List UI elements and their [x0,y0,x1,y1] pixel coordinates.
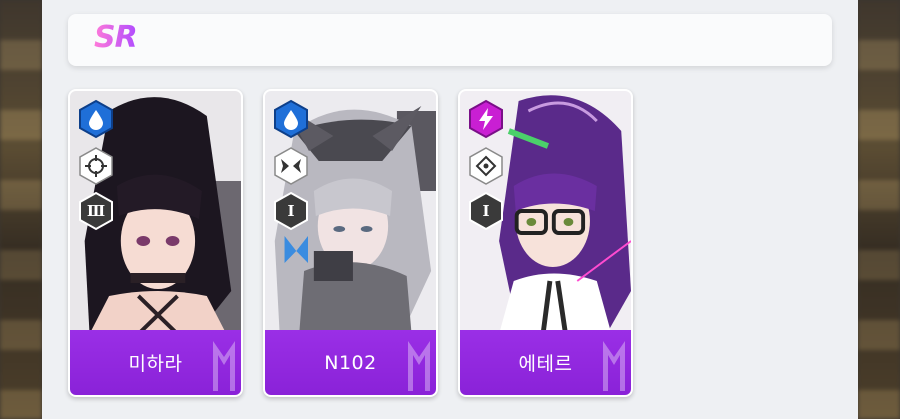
character-name: N102 [324,351,377,374]
class-badge [76,146,116,186]
character-card-n102[interactable]: Ⅰ N102 [263,89,438,397]
rarity-header: SR [68,14,832,66]
character-name: 미하라 [128,353,183,375]
water-drop-icon [79,99,113,139]
class-badge [466,146,506,186]
name-bar: 미하라 [70,330,241,395]
target-reticle-icon [469,147,503,185]
brand-mark-icon [213,341,235,391]
brand-mark-icon [408,341,430,391]
name-bar: 에테르 [460,330,631,395]
lightning-icon [469,99,503,139]
wings-icon [274,147,308,185]
burst-label: Ⅰ [287,202,295,220]
burst-badge: Ⅰ [271,191,311,231]
character-list-panel: SR Ⅲ 미하라 Ⅰ N102 Ⅰ 에테르 [42,0,858,419]
character-name: 에테르 [518,353,573,375]
burst-label: Ⅰ [482,202,490,220]
element-badge [76,99,116,139]
character-card-mihara[interactable]: Ⅲ 미하라 [68,89,243,397]
burst-label: Ⅲ [86,202,106,220]
rarity-label: SR [94,20,138,55]
brand-mark-icon [603,341,625,391]
character-card-ether[interactable]: Ⅰ 에테르 [458,89,633,397]
burst-badge: Ⅲ [76,191,116,231]
crosshair-icon [79,147,113,185]
water-drop-icon [274,99,308,139]
name-bar: N102 [265,330,436,395]
element-badge [271,99,311,139]
class-badge [271,146,311,186]
burst-badge: Ⅰ [466,191,506,231]
background-right [858,0,900,419]
element-badge [466,99,506,139]
background-left [0,0,42,419]
